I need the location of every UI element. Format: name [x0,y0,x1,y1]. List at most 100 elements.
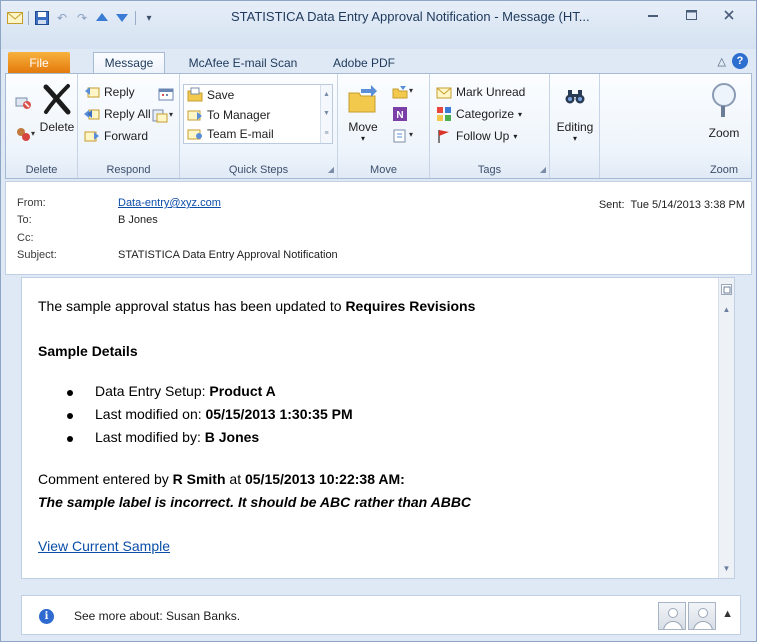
undo-icon[interactable]: ↶ [54,10,70,26]
mark-unread-button[interactable]: Mark Unread [436,82,525,102]
more-respond-icon[interactable] [152,108,168,124]
redo-icon[interactable]: ↷ [74,10,90,26]
tab-adobe-pdf[interactable]: Adobe PDF [321,52,407,73]
group-label-quick-steps: Quick Steps [228,164,289,176]
maximize-button[interactable] [672,5,710,25]
follow-up-label: Follow Up [456,129,510,143]
actions-icon[interactable] [392,128,408,144]
comment-time: 05/15/2013 10:22:38 AM: [244,471,405,487]
group-move: Move ▾ ▾ N ▾ Move [338,74,430,178]
ignore-icon[interactable] [15,94,31,110]
delete-button[interactable]: Delete [38,82,76,134]
follow-up-button[interactable]: Follow Up ▾ [436,126,517,146]
group-label-zoom: Zoom [709,164,739,176]
delete-x-icon [40,82,74,116]
subject-value: STATISTICA Data Entry Approval Notificat… [118,249,338,261]
ribbon: ▾ Delete Delete Reply Reply All Forward … [5,73,752,179]
see-more-text[interactable]: See more about: Susan Banks. [74,609,240,623]
quick-step-save-label: Save [207,88,235,102]
tab-message[interactable]: Message [93,52,165,73]
view-link-line: View Current Sample [38,538,170,554]
editing-button[interactable]: Editing ▾ [552,82,598,143]
tags-launcher-icon[interactable]: ◢ [540,165,546,174]
group-tags: Mark Unread Categorize ▾ Follow Up ▾ Tag… [430,74,550,178]
reply-icon [84,84,100,100]
reply-all-label: Reply All [104,107,151,121]
sent-value: Tue 5/14/2013 3:38 PM [630,199,745,211]
group-label-delete: Delete [25,164,58,176]
quick-step-save[interactable]: Save [187,85,234,105]
page-icon[interactable] [721,284,732,295]
meeting-icon[interactable] [158,86,174,102]
scroll-down-icon[interactable]: ▼ [323,110,330,117]
qat-separator [28,11,29,25]
save-icon[interactable] [34,10,50,26]
more-respond-dropdown-icon[interactable]: ▾ [169,110,173,119]
comment-line: Comment entered by R Smith at 05/15/2013… [38,471,405,487]
reply-button[interactable]: Reply [84,82,135,102]
previous-item-icon[interactable] [94,10,110,26]
help-icon[interactable]: ? [732,53,748,69]
cleanup-dropdown-icon[interactable]: ▾ [31,129,35,138]
mail-icon [7,10,23,26]
cleanup-icon[interactable] [15,126,31,142]
tab-mcafee-email-scan[interactable]: McAfee E-mail Scan [177,52,309,73]
tab-file[interactable]: File [8,52,70,73]
close-button[interactable] [710,5,748,25]
actions-dropdown-icon[interactable]: ▾ [409,130,413,139]
categorize-button[interactable]: Categorize ▾ [436,104,522,124]
rules-dropdown-icon[interactable]: ▾ [409,86,413,95]
minimize-ribbon-icon[interactable]: △ [718,55,726,68]
scroll-up-icon[interactable]: ▲ [721,304,732,315]
scroll-up-icon[interactable]: ▲ [323,91,330,98]
avatar-shoulder-icon [693,621,713,629]
reply-all-icon [84,106,100,122]
forward-button[interactable]: Forward [84,126,148,146]
customize-qat-icon[interactable]: ▾ [141,10,157,26]
body-scrollbar[interactable]: ▲ ▼ [718,278,734,578]
rules-icon[interactable] [392,84,408,100]
comment-text: The sample label is incorrect. It should… [38,494,472,510]
sent-info: Sent: Tue 5/14/2013 3:38 PM [599,199,745,211]
to-value[interactable]: B Jones [118,214,158,226]
next-item-icon[interactable] [114,10,130,26]
title-bar: ↶ ↷ ▾ STATISTICA Data Entry Approval Not… [1,1,756,49]
minimize-button[interactable] [634,5,672,25]
expand-people-pane-icon[interactable]: ▲ [722,608,733,620]
quick-step-to-manager[interactable]: To Manager [187,105,270,125]
quick-steps-scroll[interactable]: ▲ ▼ ≡ [320,85,332,143]
sent-label: Sent: [598,199,625,211]
move-folder-icon [346,82,380,116]
message-header: From: Data-entry@xyz.com To: B Jones Cc:… [5,181,752,275]
details-heading: Sample Details [38,343,138,359]
modified-by-label: Last modified by: [95,429,205,445]
more-icon[interactable]: ≡ [324,130,328,137]
quick-steps-launcher-icon[interactable]: ◢ [328,165,334,174]
avatar[interactable] [658,602,686,630]
avatar-head-icon [668,608,678,618]
editing-label: Editing [556,120,594,134]
people-pane: i See more about: Susan Banks. ▲ [21,595,741,635]
quick-step-team-email[interactable]: Team E-mail [187,124,274,144]
mark-unread-icon [436,84,452,100]
reply-all-button[interactable]: Reply All [84,104,151,124]
group-zoom: Zoom Zoom [600,74,752,178]
modified-by-value: B Jones [204,429,260,445]
view-current-sample-link[interactable]: View Current Sample [38,538,170,554]
forward-icon [84,128,100,144]
setup-label: Data Entry Setup: [95,383,210,399]
list-item: Last modified by: B Jones [66,429,353,452]
zoom-button[interactable]: Zoom [700,80,748,140]
qat-separator [135,11,136,25]
categorize-icon [436,106,452,122]
scroll-down-icon[interactable]: ▼ [721,563,732,574]
message-body: The sample approval status has been upda… [38,278,714,578]
avatar[interactable] [688,602,716,630]
move-button[interactable]: Move ▾ [342,82,384,143]
status-line: The sample approval status has been upda… [38,298,475,314]
group-editing: Editing ▾ [550,74,600,178]
from-address-link[interactable]: Data-entry@xyz.com [118,197,221,209]
ribbon-tabs: File Message McAfee E-mail Scan Adobe PD… [1,49,756,73]
onenote-icon[interactable]: N [392,106,408,122]
window-title: STATISTICA Data Entry Approval Notificat… [231,9,590,24]
